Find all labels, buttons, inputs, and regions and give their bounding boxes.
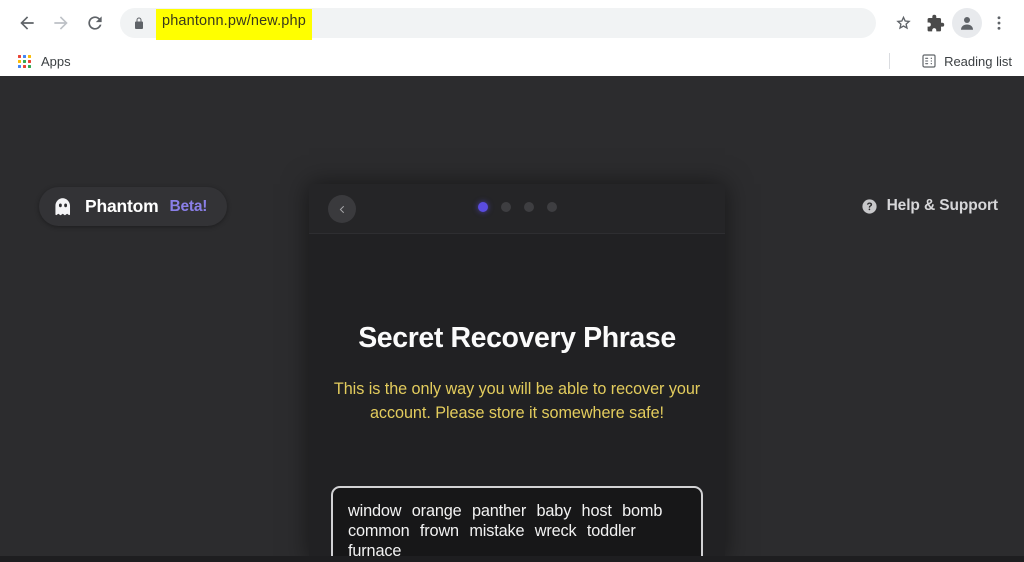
help-and-support-label: Help & Support	[886, 197, 999, 214]
profile-avatar-icon	[961, 17, 973, 30]
apps-grid-icon	[16, 53, 32, 69]
reading-list-label: Reading list	[944, 53, 1012, 69]
browser-toolbar: phantonn.pw/new.php	[0, 0, 1024, 46]
bookmark-button[interactable]	[888, 8, 918, 38]
forward-arrow-icon	[54, 16, 68, 30]
wallet-page: Phantom Beta! Help & Support Secret Reco…	[0, 76, 1024, 562]
url-text[interactable]: phantonn.pw/new.php	[156, 9, 312, 40]
reload-button[interactable]	[78, 6, 112, 40]
seed-phrase-words: window orange panther baby host bomb com…	[348, 502, 663, 560]
back-button[interactable]	[10, 6, 44, 40]
phantom-brand-logo[interactable]: Phantom Beta!	[39, 187, 228, 226]
bookmarks-divider	[889, 53, 890, 69]
reload-icon	[88, 16, 102, 30]
step-dot-3[interactable]	[523, 202, 534, 212]
bookmark-apps-label: Apps	[41, 53, 71, 69]
card-header	[309, 184, 725, 234]
lock-icon	[132, 16, 146, 30]
forward-button[interactable]	[44, 6, 78, 40]
profile-button[interactable]	[952, 8, 982, 38]
step-pagination	[309, 202, 725, 212]
ghost-icon	[55, 197, 71, 215]
browser-chrome: phantonn.pw/new.php Apps Reading list	[0, 0, 1024, 76]
reading-list-icon	[922, 54, 936, 68]
phantom-brand-name: Phantom	[85, 196, 159, 216]
browser-menu-button[interactable]	[984, 8, 1014, 38]
extensions-button[interactable]	[920, 8, 950, 38]
back-arrow-icon	[20, 16, 34, 30]
puzzle-piece-icon	[927, 14, 944, 31]
seed-phrase-box[interactable]: window orange panther baby host bomb com…	[331, 486, 703, 562]
onboarding-card: Secret Recovery Phrase This is the only …	[309, 184, 725, 562]
step-dot-4[interactable]	[546, 202, 557, 212]
toolbar-actions	[888, 8, 1014, 38]
recovery-warning-text: This is the only way you will be able to…	[333, 379, 701, 422]
star-icon	[895, 15, 911, 29]
reading-list-button[interactable]: Reading list	[917, 50, 1016, 72]
step-dot-1[interactable]	[477, 202, 488, 212]
bookmarks-bar: Apps Reading list	[0, 46, 1024, 76]
address-bar[interactable]: phantonn.pw/new.php	[120, 8, 876, 40]
help-and-support-link[interactable]: Help & Support	[861, 197, 998, 215]
card-body: Secret Recovery Phrase This is the only …	[309, 234, 725, 562]
step-dot-2[interactable]	[500, 202, 511, 212]
question-circle-icon	[862, 198, 877, 214]
bookmark-apps[interactable]: Apps	[10, 50, 77, 72]
text-cursor-icon	[508, 557, 516, 562]
page-title: Secret Recovery Phrase	[358, 322, 676, 354]
phantom-beta-badge: Beta!	[169, 197, 208, 215]
three-dot-menu-icon	[997, 16, 1001, 30]
